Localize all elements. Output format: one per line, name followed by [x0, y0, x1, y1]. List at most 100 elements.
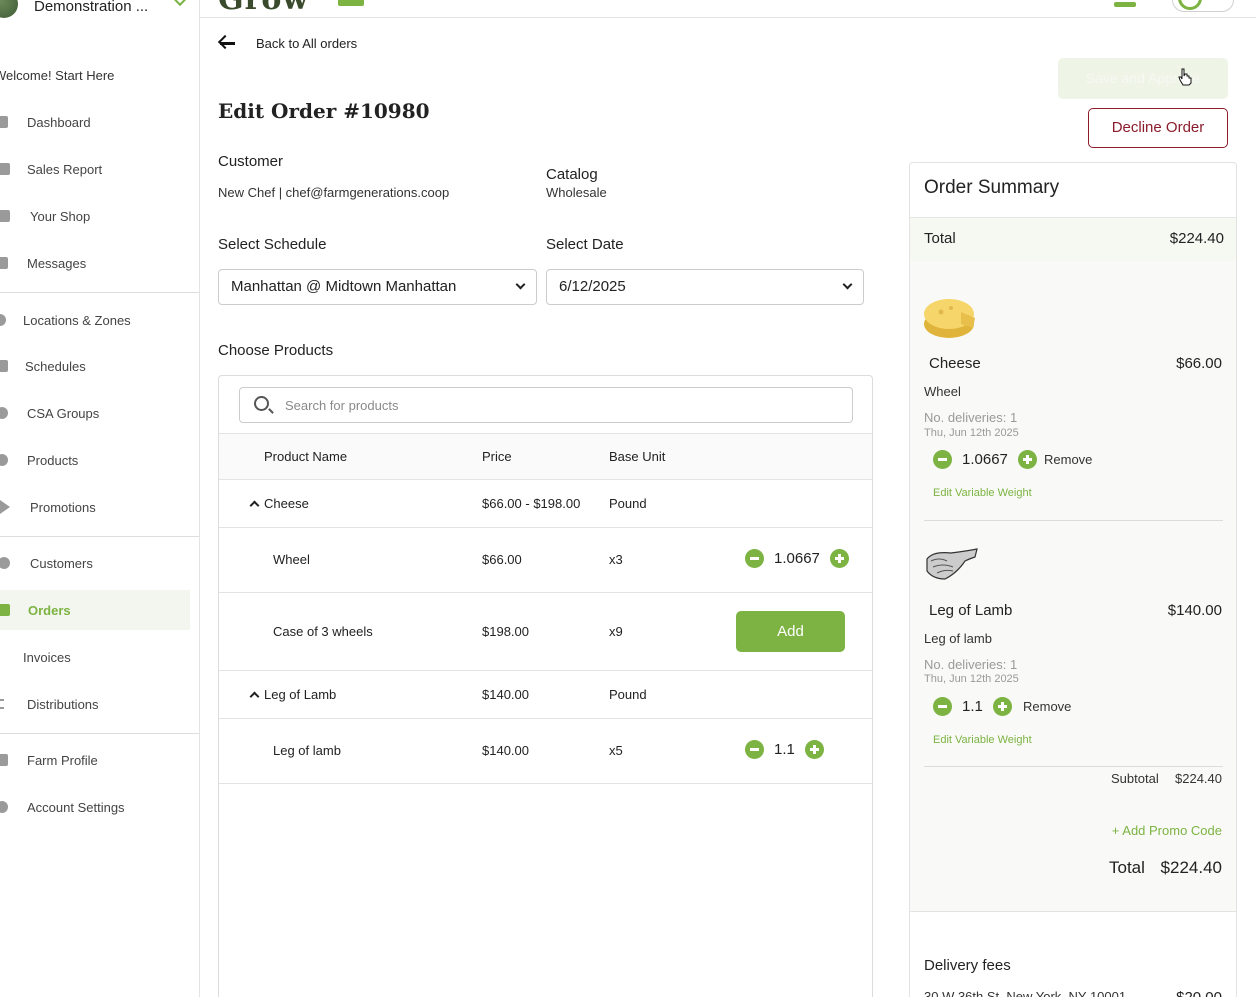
sidebar-item-label: Farm Profile [27, 752, 98, 768]
messages-icon [0, 257, 8, 269]
group-name-leg-of-lamb[interactable]: Leg of Lamb [249, 687, 336, 702]
date-select-value: 6/12/2025 [559, 278, 626, 295]
sidebar-item-customers[interactable]: Customers [0, 543, 190, 583]
sidebar-item-label: Orders [28, 602, 71, 618]
sidebar-item-schedules[interactable]: Schedules [0, 346, 190, 386]
quantity-value[interactable]: 1.1 [774, 741, 795, 758]
add-promo-code-link[interactable]: + Add Promo Code [1112, 823, 1222, 838]
product-search-input[interactable]: Search for products [239, 387, 853, 423]
org-switcher[interactable]: Demonstration ... [0, 0, 199, 18]
delivery-fees-label: Delivery fees [924, 957, 1011, 974]
remove-button[interactable]: Remove [1023, 699, 1071, 714]
plus-icon[interactable] [992, 697, 1012, 716]
chevron-down-icon[interactable] [172, 0, 188, 7]
subtotal-value: $224.40 [1175, 771, 1222, 786]
summary-item-name: Leg of Lamb [929, 602, 1013, 619]
sidebar-divider [0, 733, 199, 734]
sidebar-item-label: Sales Report [27, 161, 103, 177]
sidebar-item-promotions[interactable]: Promotions [0, 487, 190, 527]
back-link[interactable]: Back to All orders [217, 34, 357, 51]
summary-item-date: Thu, Jun 12th 2025 [924, 673, 1019, 685]
grand-total-label: Total [1109, 858, 1145, 877]
sidebar-divider [0, 536, 199, 537]
user-menu[interactable] [1172, 0, 1234, 12]
promotions-tag-icon [0, 500, 10, 514]
minus-icon[interactable] [933, 697, 952, 716]
save-and-approve-button[interactable]: Save and Approve [1058, 58, 1228, 99]
quantity-stepper: 1.1 [933, 697, 1012, 716]
farm-profile-icon [0, 754, 8, 766]
quantity-value[interactable]: 1.0667 [774, 550, 820, 567]
variant-unit: x9 [609, 624, 623, 639]
bell-icon[interactable] [1114, 2, 1136, 7]
plus-icon[interactable] [1017, 450, 1037, 469]
location-pin-icon [0, 314, 6, 326]
summary-item-deliveries: No. deliveries: 1 [924, 410, 1018, 425]
date-select[interactable]: 6/12/2025 [546, 269, 864, 305]
column-header-name: Product Name [264, 449, 348, 464]
org-name: Demonstration ... [34, 0, 149, 15]
add-button[interactable]: Add [736, 611, 845, 652]
remove-button[interactable]: Remove [1044, 452, 1092, 467]
sidebar-item-label: Account Settings [27, 799, 125, 815]
table-row: Leg of lamb $140.00 x5 1.1 [219, 719, 872, 784]
group-price: $66.00 - $198.00 [482, 496, 581, 511]
minus-icon[interactable] [933, 450, 952, 469]
sidebar-item-your-shop[interactable]: Your Shop [0, 196, 190, 236]
minus-icon[interactable] [745, 740, 764, 759]
quantity-stepper: 1.0667 [933, 450, 1037, 469]
plus-icon[interactable] [829, 549, 849, 568]
quantity-value[interactable]: 1.1 [962, 698, 983, 715]
edit-variable-weight-link[interactable]: Edit Variable Weight [933, 734, 1032, 746]
group-price: $140.00 [482, 687, 529, 702]
app-logo[interactable]: Grow [218, 0, 309, 17]
quantity-value[interactable]: 1.0667 [962, 451, 1008, 468]
sidebar-item-sales-report[interactable]: Sales Report [0, 149, 190, 189]
back-link-text[interactable]: Back to All orders [256, 36, 357, 51]
chevron-down-icon [515, 279, 526, 290]
summary-item-name: Cheese [929, 355, 981, 372]
table-row[interactable]: Leg of Lamb $140.00 Pound [219, 671, 872, 719]
sidebar-item-csa-groups[interactable]: CSA Groups [0, 393, 190, 433]
delivery-fee-value: $20.00 [1176, 989, 1222, 997]
summary-item-deliveries: No. deliveries: 1 [924, 657, 1018, 672]
sidebar-item-dashboard[interactable]: Dashboard [0, 102, 190, 142]
search-icon [254, 396, 269, 411]
divider [910, 911, 1236, 912]
sidebar-item-label: Products [27, 452, 79, 468]
table-row: Wheel $66.00 x3 1.0667 [219, 528, 872, 593]
sidebar-item-invoices[interactable]: Invoices [0, 637, 190, 677]
table-row: Case of 3 wheels $198.00 x9 Add [219, 593, 872, 671]
products-icon [0, 454, 8, 466]
sidebar-item-locations[interactable]: Locations & Zones [0, 300, 190, 340]
edit-variable-weight-link[interactable]: Edit Variable Weight [933, 487, 1032, 499]
sales-report-icon [0, 163, 10, 175]
summary-total-value: $224.40 [1169, 230, 1224, 247]
delivery-address: 30 W 36th St, New York, NY 10001 [924, 989, 1127, 997]
dashboard-icon [0, 116, 8, 128]
catalog-value: Wholesale [546, 185, 607, 200]
column-header-unit: Base Unit [609, 449, 666, 464]
lamb-thumbnail-image [926, 548, 978, 580]
sidebar-item-label: Invoices [23, 649, 71, 665]
decline-order-button[interactable]: Decline Order [1088, 108, 1228, 148]
customers-icon [0, 557, 10, 569]
shop-icon [0, 210, 10, 222]
catalog-label: Catalog [546, 166, 598, 183]
sidebar-item-distributions[interactable]: Distributions [0, 684, 190, 724]
sidebar-item-label: Promotions [30, 499, 96, 515]
table-row[interactable]: Cheese $66.00 - $198.00 Pound [219, 480, 872, 528]
sidebar-item-messages[interactable]: Messages [0, 243, 190, 283]
sidebar-item-products[interactable]: Products [0, 440, 190, 480]
sidebar-item-farm-profile[interactable]: Farm Profile [0, 740, 190, 780]
schedule-select[interactable]: Manhattan @ Midtown Manhattan [218, 269, 537, 305]
variant-unit: x5 [609, 743, 623, 758]
group-name-cheese[interactable]: Cheese [249, 496, 309, 511]
plus-icon[interactable] [804, 740, 824, 759]
sidebar-item-account-settings[interactable]: Account Settings [0, 787, 190, 827]
sidebar-item-label: Locations & Zones [23, 312, 131, 328]
calendar-icon [0, 360, 8, 372]
sidebar-item-welcome[interactable]: Welcome! Start Here [0, 68, 114, 83]
minus-icon[interactable] [745, 549, 764, 568]
sidebar-item-orders[interactable]: Orders [0, 590, 190, 630]
